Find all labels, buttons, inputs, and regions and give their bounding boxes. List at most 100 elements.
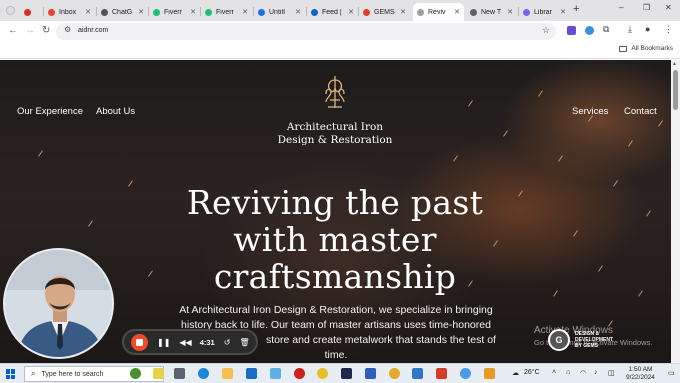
chrome-icon[interactable] bbox=[389, 368, 400, 379]
extension-icon[interactable] bbox=[585, 26, 594, 35]
all-bookmarks-button[interactable]: All Bookmarks bbox=[619, 45, 673, 52]
spark-decoration bbox=[628, 140, 633, 147]
temperature-label[interactable]: 26°C bbox=[524, 369, 540, 376]
browser-tab[interactable]: ChatG ✕ bbox=[97, 3, 148, 21]
tab-close-icon[interactable]: ✕ bbox=[454, 8, 460, 16]
delete-icon[interactable]: 🗑 bbox=[239, 338, 249, 347]
tab-favicon-icon bbox=[205, 8, 212, 16]
reload-icon[interactable]: ↻ bbox=[42, 25, 50, 36]
logo-line-1: Architectural Iron bbox=[286, 121, 384, 133]
browser-tab[interactable]: Fiverr ✕ bbox=[201, 3, 252, 21]
copilot-icon[interactable] bbox=[130, 368, 141, 379]
word-icon[interactable] bbox=[365, 368, 376, 379]
webcam-overlay bbox=[3, 248, 114, 359]
system-clock[interactable]: 1:50 AM 9/22/2024 bbox=[626, 366, 655, 382]
spark-decoration bbox=[638, 290, 643, 297]
spark-decoration bbox=[38, 150, 43, 157]
task-view-icon[interactable] bbox=[174, 368, 185, 379]
tab-close-icon[interactable]: ✕ bbox=[242, 8, 248, 16]
rewind-icon[interactable]: ◀◀ bbox=[179, 338, 191, 347]
back-icon[interactable]: ← bbox=[8, 25, 18, 36]
browser-tab[interactable]: Reviv ✕ bbox=[413, 3, 464, 21]
nav-our-experience[interactable]: Our Experience bbox=[17, 106, 83, 117]
browser-tab[interactable]: GEMS ✕ bbox=[359, 3, 410, 21]
spark-decoration bbox=[468, 100, 473, 107]
profile-avatar-icon[interactable]: ● bbox=[645, 24, 650, 34]
new-tab-button[interactable]: + bbox=[573, 3, 579, 15]
file-explorer-icon[interactable] bbox=[222, 368, 233, 379]
tab-separator bbox=[358, 7, 359, 16]
search-placeholder[interactable]: Type here to search bbox=[41, 371, 103, 378]
photos-icon[interactable] bbox=[270, 368, 281, 379]
browser-tab[interactable]: Librar ✕ bbox=[519, 3, 570, 21]
tab-favicon-icon bbox=[311, 8, 318, 16]
nav-services[interactable]: Services bbox=[572, 106, 608, 117]
site-info-icon[interactable]: ⚙ bbox=[64, 25, 71, 34]
url-text[interactable]: aidnr.com bbox=[78, 27, 108, 34]
photoshop-icon[interactable] bbox=[341, 368, 352, 379]
stop-recording-button[interactable] bbox=[131, 333, 148, 351]
pause-icon[interactable]: ❚❚ bbox=[157, 338, 170, 347]
wifi-icon[interactable]: ◠ bbox=[580, 369, 586, 377]
profile-icon[interactable] bbox=[6, 6, 15, 15]
tab-label: ChatG bbox=[112, 8, 133, 16]
app-icon[interactable] bbox=[412, 368, 423, 379]
minimize-icon[interactable]: – bbox=[619, 3, 623, 12]
tab-label: GEMS bbox=[374, 8, 395, 16]
app-icon[interactable] bbox=[484, 368, 495, 379]
tab-close-icon[interactable]: ✕ bbox=[348, 8, 354, 16]
browser-tab[interactable] bbox=[20, 3, 42, 21]
search-icon: ⌕ bbox=[31, 369, 36, 378]
windows-taskbar: ⌕ Type here to search ☁ 26°C ˄ ⌂ ◠ ♪ ◫ 1… bbox=[0, 363, 680, 383]
edge-icon[interactable] bbox=[198, 368, 209, 379]
taskbar-search[interactable]: ⌕ Type here to search bbox=[24, 366, 164, 382]
tab-close-icon[interactable]: ✕ bbox=[138, 8, 144, 16]
clock-date: 9/22/2024 bbox=[626, 374, 655, 381]
address-bar[interactable]: ⚙ aidnr.com ☆ bbox=[56, 23, 556, 40]
nav-about-us[interactable]: About Us bbox=[96, 106, 135, 117]
tab-close-icon[interactable]: ✕ bbox=[295, 8, 301, 16]
spark-decoration bbox=[558, 155, 563, 162]
all-bookmarks-label: All Bookmarks bbox=[631, 45, 673, 52]
page-scrollbar[interactable]: ▲ bbox=[671, 60, 680, 363]
scrollbar-thumb[interactable] bbox=[673, 70, 678, 110]
chrome-icon[interactable] bbox=[460, 368, 471, 379]
filezilla-icon[interactable] bbox=[436, 368, 447, 379]
bookmark-star-icon[interactable]: ☆ bbox=[542, 25, 550, 36]
restart-icon[interactable]: ↺ bbox=[224, 338, 231, 347]
site-logo[interactable]: Architectural Iron Design & Restoration bbox=[262, 74, 408, 147]
nav-contact[interactable]: Contact bbox=[624, 106, 657, 117]
close-window-icon[interactable]: ✕ bbox=[665, 3, 672, 12]
opera-icon[interactable] bbox=[294, 368, 305, 379]
start-button[interactable] bbox=[6, 369, 16, 379]
maximize-icon[interactable]: ❐ bbox=[643, 3, 650, 12]
tab-close-icon[interactable]: ✕ bbox=[507, 8, 513, 16]
tray-chevron-icon[interactable]: ˄ bbox=[552, 369, 556, 376]
browser-tab[interactable]: Feed | ✕ bbox=[307, 3, 358, 21]
weather-icon[interactable]: ☁ bbox=[512, 369, 519, 377]
browser-tab[interactable]: Fiverr ✕ bbox=[149, 3, 200, 21]
menu-icon[interactable]: ⋮ bbox=[664, 24, 673, 35]
spark-decoration bbox=[538, 90, 543, 97]
tab-close-icon[interactable]: ✕ bbox=[190, 8, 196, 16]
tab-close-icon[interactable]: ✕ bbox=[85, 8, 91, 16]
notification-icon[interactable]: ▭ bbox=[668, 369, 675, 377]
language-icon[interactable]: ◫ bbox=[608, 369, 615, 377]
gems-logo-icon: G bbox=[548, 329, 570, 351]
scroll-up-icon[interactable]: ▲ bbox=[672, 61, 677, 67]
browser-tab[interactable]: Untitl ✕ bbox=[254, 3, 305, 21]
browser-tab[interactable]: New T ✕ bbox=[466, 3, 517, 21]
tab-close-icon[interactable]: ✕ bbox=[400, 8, 406, 16]
mail-icon[interactable] bbox=[246, 368, 257, 379]
chrome-icon[interactable] bbox=[317, 368, 328, 379]
browser-tab[interactable]: Inbox ✕ bbox=[44, 3, 95, 21]
volume-icon[interactable]: ♪ bbox=[594, 369, 598, 376]
widget-icon[interactable] bbox=[153, 368, 164, 379]
forward-icon[interactable]: → bbox=[25, 25, 35, 36]
extension-icon[interactable] bbox=[567, 26, 576, 35]
network-icon[interactable]: ⌂ bbox=[566, 369, 570, 376]
extensions-puzzle-icon[interactable]: ⧉ bbox=[603, 24, 609, 35]
download-icon[interactable]: ⤓ bbox=[628, 24, 632, 35]
spark-decoration bbox=[646, 210, 651, 217]
tab-close-icon[interactable]: ✕ bbox=[560, 8, 566, 16]
